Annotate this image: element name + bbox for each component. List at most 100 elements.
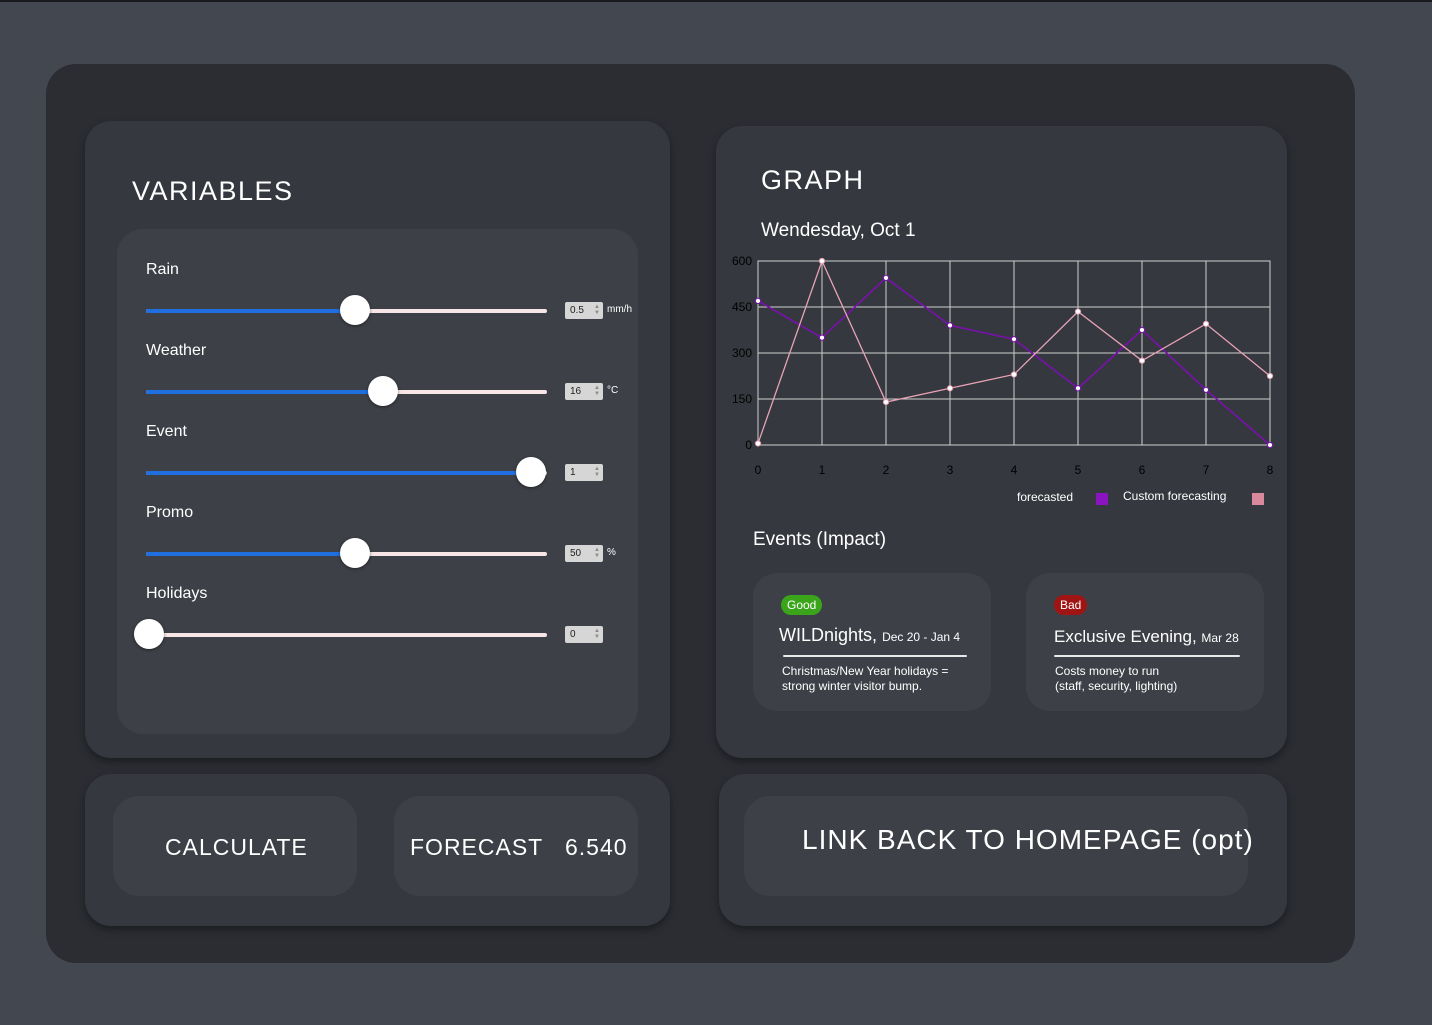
x-tick-label: 0 <box>755 463 762 477</box>
rain-value: 0.5 <box>570 305 584 316</box>
rain-slider-fill <box>146 309 355 313</box>
data-point <box>1266 441 1274 449</box>
calculate-label: CALCULATE <box>165 834 308 860</box>
y-tick-label: 150 <box>732 392 752 406</box>
event-description: Christmas/New Year holidays = strong wint… <box>782 664 982 694</box>
event-description: Costs money to run (staff, security, ligh… <box>1055 664 1255 694</box>
holidays-slider[interactable] <box>134 619 547 649</box>
data-point <box>818 334 826 341</box>
x-tick-label: 1 <box>819 463 826 477</box>
x-tick-label: 3 <box>947 463 954 477</box>
holidays-slider-thumb[interactable] <box>134 619 164 649</box>
event-description-line: Christmas/New Year holidays = <box>782 664 949 678</box>
promo-unit: % <box>607 547 616 558</box>
data-point <box>1074 308 1082 315</box>
event-description-line: Costs money to run <box>1055 664 1160 678</box>
spinner-arrows-icon[interactable]: ▲ ▼ <box>593 385 601 398</box>
rain-slider[interactable] <box>146 295 547 325</box>
spinner-arrows-icon[interactable]: ▲ ▼ <box>593 628 601 641</box>
bad-badge: Bad <box>1054 595 1088 615</box>
legend-forecasted-label: forecasted <box>1017 490 1074 504</box>
rain-unit: mm/h <box>607 304 632 315</box>
promo-input[interactable]: 50 ▲ ▼ <box>565 545 603 562</box>
event-card-good[interactable]: Good WILDnights, Dec 20 - Jan 4 Christma… <box>753 573 991 711</box>
holidays-label: Holidays <box>146 585 208 602</box>
holidays-input[interactable]: 0 ▲ ▼ <box>565 626 603 643</box>
event-slider-fill <box>146 471 531 475</box>
event-card-bad[interactable]: Bad Exclusive Evening, Mar 28 Costs mone… <box>1026 573 1264 711</box>
promo-value: 50 <box>570 548 582 559</box>
legend-custom-swatch <box>1252 493 1264 505</box>
promo-label: Promo <box>146 504 194 521</box>
x-tick-label: 5 <box>1075 463 1082 477</box>
data-point <box>1138 357 1146 364</box>
events-title: Events (Impact) <box>753 529 887 550</box>
event-slider[interactable] <box>146 457 547 487</box>
forecast-value: 6.540 <box>565 834 628 860</box>
data-point <box>1138 326 1146 334</box>
event-card-title: Exclusive Evening, Mar 28 <box>1054 627 1239 647</box>
data-point <box>946 385 954 392</box>
rain-slider-thumb[interactable] <box>339 295 370 325</box>
event-name: WILDnights, <box>779 625 878 645</box>
event-slider-thumb[interactable] <box>515 457 546 487</box>
event-card-title: WILDnights, Dec 20 - Jan 4 <box>779 625 960 646</box>
spinner-arrows-icon[interactable]: ▲ ▼ <box>593 304 601 317</box>
data-point <box>1202 320 1210 327</box>
data-point <box>882 274 890 281</box>
event-date: Mar 28 <box>1201 631 1239 645</box>
data-point <box>754 440 762 447</box>
homepage-link-panel: LINK BACK TO HOMEPAGE (opt) <box>719 774 1287 926</box>
legend-custom-label: Custom forecasting <box>1123 489 1227 503</box>
y-tick-label: 0 <box>745 438 752 452</box>
x-tick-label: 2 <box>883 463 890 477</box>
variables-title: VARIABLES <box>132 176 294 206</box>
event-value: 1 <box>570 467 576 478</box>
spinner-arrows-icon[interactable]: ▲ ▼ <box>593 547 601 560</box>
data-point <box>754 297 762 304</box>
good-badge: Good <box>781 595 823 615</box>
y-tick-label: 450 <box>732 300 752 314</box>
event-description-line: (staff, security, lighting) <box>1055 679 1178 693</box>
weather-slider-thumb[interactable] <box>367 376 398 406</box>
promo-slider[interactable] <box>146 538 547 568</box>
divider <box>1054 655 1240 657</box>
forecast-label: FORECAST <box>410 834 544 860</box>
actions-panel: CALCULATE FORECAST 6.540 <box>85 774 670 926</box>
y-tick-label: 600 <box>732 254 752 268</box>
weather-value: 16 <box>570 386 582 397</box>
homepage-link-label: LINK BACK TO HOMEPAGE (opt) <box>802 824 1254 855</box>
holidays-value: 0 <box>570 629 576 640</box>
data-point <box>946 322 954 329</box>
weather-slider-fill <box>146 390 383 394</box>
event-input[interactable]: 1 ▲ ▼ <box>565 464 603 481</box>
event-date: Dec 20 - Jan 4 <box>882 630 961 644</box>
event-name: Exclusive Evening, <box>1054 627 1197 646</box>
top-border <box>0 0 1432 2</box>
legend-forecasted-swatch <box>1096 493 1108 505</box>
event-description-line: strong winter visitor bump. <box>782 679 923 693</box>
weather-label: Weather <box>146 342 207 359</box>
spinner-arrows-icon[interactable]: ▲ ▼ <box>593 466 601 479</box>
data-point <box>882 398 890 406</box>
data-point <box>818 257 826 265</box>
weather-unit: °C <box>607 385 619 396</box>
x-tick-label: 8 <box>1267 463 1274 477</box>
promo-slider-fill <box>146 552 355 556</box>
forecast-display: FORECAST 6.540 <box>394 796 638 896</box>
event-label: Event <box>146 423 187 440</box>
calculate-button[interactable]: CALCULATE <box>113 796 357 896</box>
rain-label: Rain <box>146 261 179 278</box>
weather-input[interactable]: 16 ▲ ▼ <box>565 383 603 400</box>
weather-slider[interactable] <box>146 376 547 406</box>
data-point <box>1202 386 1210 393</box>
promo-slider-thumb[interactable] <box>339 538 370 568</box>
variables-panel: VARIABLES Rain 0.5 ▲ ▼ mm/h Weather 16 ▲ ▼ °… <box>85 121 670 758</box>
rain-input[interactable]: 0.5 ▲ ▼ <box>565 302 603 319</box>
x-tick-label: 6 <box>1139 463 1146 477</box>
data-point <box>1266 372 1274 380</box>
data-point <box>1074 385 1082 392</box>
homepage-link-button[interactable]: LINK BACK TO HOMEPAGE (opt) <box>744 796 1253 896</box>
x-tick-label: 4 <box>1011 463 1018 477</box>
variables-sliders-container: Rain 0.5 ▲ ▼ mm/h Weather 16 ▲ ▼ °C Event 1 ▲… <box>117 229 638 734</box>
